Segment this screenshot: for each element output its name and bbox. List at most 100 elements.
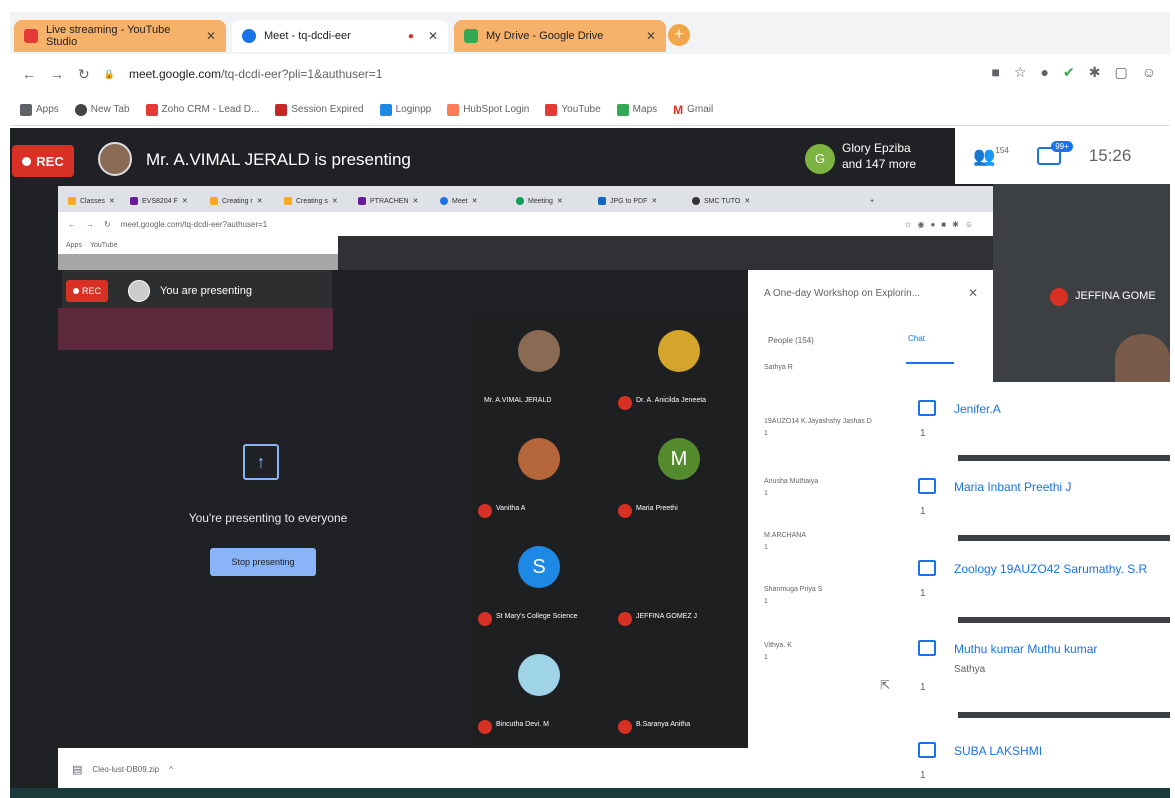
chat-button[interactable]: 99+ (1036, 141, 1073, 165)
chat-message-icon (918, 640, 936, 656)
stop-presenting-button[interactable]: Stop presenting (210, 548, 316, 576)
participant-name: JEFFINA GOME (1075, 290, 1156, 302)
inner-tab[interactable]: Creating s ✕ (280, 190, 342, 212)
inner-chat-sender: 19AUZO14 K.Jayashshy Jashas D (764, 418, 872, 425)
mic-off-icon (618, 720, 632, 734)
participant-tile[interactable]: Mr. A.VIMAL JERALD (470, 314, 608, 422)
extension-icons: ■ ☆ ● ✔ ✱ ▢ ☺ (992, 64, 1157, 81)
inner-tab-label: Meet (452, 197, 468, 205)
bookmark-session[interactable]: Session Expired (275, 103, 364, 116)
close-icon[interactable]: ✕ (109, 197, 115, 205)
close-icon[interactable]: ✕ (182, 197, 188, 205)
profile-icon[interactable]: ☺ (1142, 64, 1156, 81)
inner-tab[interactable]: Creating r ✕ (206, 190, 267, 212)
tab-google-drive[interactable]: My Drive - Google Drive ✕ (454, 20, 666, 52)
chat-sender: Maria Inbant Preethi J (954, 480, 1072, 494)
close-icon[interactable]: ✕ (646, 29, 656, 43)
close-icon[interactable]: ✕ (557, 197, 563, 205)
url-path: /tq-dcdi-eer?pli=1&authuser=1 (221, 67, 383, 81)
reload-icon[interactable]: ↻ (104, 220, 111, 229)
participant-name: Dr. A. Anicilda Jeneeta (636, 397, 707, 404)
participant-tile[interactable]: M Maria Preethi (610, 422, 748, 530)
tab-favicon-icon (358, 197, 366, 205)
participants-summary: Glory Epziba and 147 more (842, 140, 916, 172)
close-icon[interactable]: ✕ (472, 197, 478, 205)
close-icon[interactable]: ✕ (651, 197, 657, 205)
inner-url-field[interactable]: meet.google.com/tq-dcdi-eer?authuser=1 (121, 220, 268, 229)
inner-new-tab-button[interactable]: + (866, 190, 878, 212)
chevron-up-icon[interactable]: ^ (169, 765, 173, 774)
participant-tile[interactable]: Bincutha Devi. M (470, 638, 608, 746)
inner-tab-label: Creating s (296, 197, 328, 205)
inner-tab[interactable]: Classes ✕ (64, 190, 119, 212)
inner-chat-count: 1 (764, 544, 768, 551)
download-filename[interactable]: Cleo-lust-DB09.zip (92, 765, 159, 774)
puzzle-icon[interactable]: ✱ (1089, 64, 1101, 81)
inner-tab[interactable]: JPG to PDF ✕ (594, 190, 661, 212)
window-icon[interactable]: ▢ (1114, 64, 1127, 81)
forward-icon[interactable]: → (86, 220, 94, 229)
back-icon[interactable]: ← (22, 66, 36, 82)
close-icon[interactable]: ✕ (332, 197, 338, 205)
close-icon[interactable]: ✕ (968, 286, 978, 300)
extension-icon[interactable]: ● (1041, 64, 1049, 81)
inner-tab[interactable]: Meeting ✕ (512, 190, 567, 212)
tab-label: My Drive - Google Drive (486, 30, 604, 42)
bookmark-gmail[interactable]: M Gmail (673, 103, 713, 117)
inner-bookmark[interactable]: Apps (66, 242, 82, 249)
bookmark-zoho[interactable]: Zoho CRM - Lead D... (145, 103, 259, 116)
drive-icon (464, 29, 478, 43)
inner-tab-label: SMC TUTO (704, 197, 741, 205)
participant-tile[interactable]: Dr. A. Anicilda Jeneeta (610, 314, 748, 422)
inner-chat-tab[interactable]: Chat (908, 334, 925, 343)
participant-name: Mr. A.VIMAL JERALD (484, 397, 552, 404)
inner-tab[interactable]: SMC TUTO ✕ (688, 190, 754, 212)
participant-grid: Mr. A.VIMAL JERALD Dr. A. Anicilda Jenee… (470, 314, 748, 746)
close-icon[interactable]: ✕ (428, 29, 438, 43)
bookmark-youtube[interactable]: YouTube (545, 103, 601, 116)
back-icon[interactable]: ← (68, 220, 76, 229)
recording-dot-icon: ● (407, 30, 414, 42)
meet-icon (440, 197, 448, 205)
close-icon[interactable]: ✕ (744, 197, 750, 205)
close-icon[interactable]: ✕ (206, 29, 216, 43)
mic-off-icon (618, 396, 632, 410)
participant-tile[interactable]: JEFFINA GOMEZ J (610, 530, 748, 638)
bookmark-maps[interactable]: Maps (616, 103, 657, 116)
tab-youtube-studio[interactable]: Live streaming - YouTube Studio ✕ (14, 20, 226, 52)
reload-icon[interactable]: ↻ (78, 66, 90, 83)
close-icon[interactable]: ✕ (413, 197, 419, 205)
bookmark-new-tab[interactable]: New Tab (74, 103, 130, 116)
bookmark-label: YouTube (561, 104, 601, 115)
forward-icon[interactable]: → (50, 66, 64, 82)
participant-tile[interactable]: B.Saranya Anitha (610, 638, 748, 746)
check-icon[interactable]: ✔ (1063, 64, 1075, 81)
chat-count: 1 (920, 770, 926, 781)
bookmark-loginpp[interactable]: Loginpp (379, 103, 431, 116)
bookmark-apps[interactable]: Apps (20, 103, 59, 116)
close-icon[interactable]: ✕ (257, 197, 263, 205)
tab-meet[interactable]: Meet - tq-dcdi-eer ● ✕ (232, 20, 448, 52)
inner-tab-label: Creating r (222, 197, 253, 205)
tab-favicon-icon (130, 197, 138, 205)
chat-sender: Jenifer.A (954, 402, 1001, 416)
zoho-icon (145, 103, 158, 116)
inner-people-tab[interactable]: People (154) (768, 336, 814, 345)
new-tab-button[interactable]: + (668, 24, 690, 46)
star-icon[interactable]: ☆ (1014, 64, 1027, 81)
bookmark-hubspot[interactable]: HubSpot Login (447, 103, 529, 116)
tab-favicon-icon (68, 197, 76, 205)
participant-tile[interactable]: Vanitha A (470, 422, 608, 530)
participant-tile[interactable]: S St Mary's College Science (470, 530, 608, 638)
inner-tab[interactable]: Meet ✕ (436, 190, 481, 212)
people-button[interactable]: 👥154 (973, 146, 1009, 167)
inner-chat-message: Anusha Muthaiya 1 (764, 476, 818, 500)
inner-tab[interactable]: EVS8204 F ✕ (126, 190, 192, 212)
inner-tab[interactable]: PTRACHEN ✕ (354, 190, 422, 212)
chat-message: Jenifer.A 1 (908, 388, 1170, 474)
camera-icon[interactable]: ■ (992, 64, 1000, 81)
mic-off-icon (478, 612, 492, 626)
inner-bookmark[interactable]: YouTube (90, 242, 118, 249)
mic-off-icon (618, 504, 632, 518)
url-field[interactable]: meet.google.com/tq-dcdi-eer?pli=1&authus… (129, 67, 383, 81)
